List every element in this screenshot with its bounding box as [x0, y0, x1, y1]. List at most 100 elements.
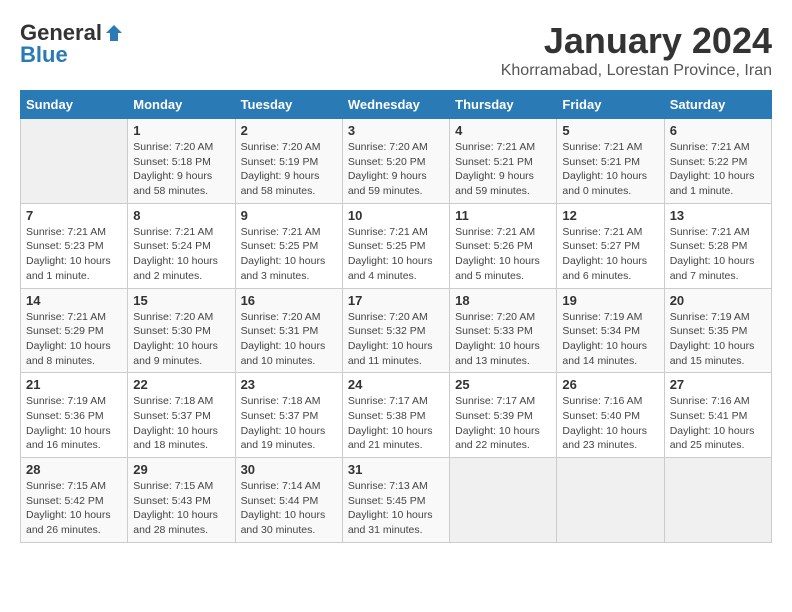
calendar-cell: 30 Sunrise: 7:14 AM Sunset: 5:44 PM Dayli… — [235, 458, 342, 543]
day-number: 5 — [562, 123, 658, 138]
day-info: Sunrise: 7:21 AM Sunset: 5:25 PM Dayligh… — [348, 225, 444, 284]
location: Khorramabad, Lorestan Province, Iran — [501, 62, 772, 80]
day-info: Sunrise: 7:15 AM Sunset: 5:42 PM Dayligh… — [26, 479, 122, 538]
day-info: Sunrise: 7:20 AM Sunset: 5:30 PM Dayligh… — [133, 310, 229, 369]
calendar-cell: 23Sunrise: 7:18 AM Sunset: 5:37 PM Dayli… — [235, 373, 342, 458]
day-number: 31 — [348, 462, 444, 477]
day-info: Sunrise: 7:20 AM Sunset: 5:33 PM Dayligh… — [455, 310, 551, 369]
day-info: Sunrise: 7:21 AM Sunset: 5:27 PM Dayligh… — [562, 225, 658, 284]
calendar-cell: 13 Sunrise: 7:21 AM Sunset: 5:28 PM Dayli… — [664, 203, 771, 288]
day-info: Sunrise: 7:16 AM Sunset: 5:40 PM Dayligh… — [562, 394, 658, 453]
day-info: Sunrise: 7:21 AM Sunset: 5:25 PM Dayligh… — [241, 225, 337, 284]
calendar-cell: 21 Sunrise: 7:19 AM Sunset: 5:36 PM Dayli… — [21, 373, 128, 458]
day-number: 20 — [670, 293, 766, 308]
calendar-cell: 18 Sunrise: 7:20 AM Sunset: 5:33 PM Dayli… — [450, 288, 557, 373]
calendar-cell: 29 Sunrise: 7:15 AM Sunset: 5:43 PM Dayli… — [128, 458, 235, 543]
calendar-cell: 15 Sunrise: 7:20 AM Sunset: 5:30 PM Dayli… — [128, 288, 235, 373]
logo: General Blue — [20, 20, 124, 68]
day-number: 22 — [133, 377, 229, 392]
day-number: 15 — [133, 293, 229, 308]
calendar-cell: 3Sunrise: 7:20 AM Sunset: 5:20 PM Daylig… — [342, 119, 449, 204]
calendar-cell: 6Sunrise: 7:21 AM Sunset: 5:22 PM Daylig… — [664, 119, 771, 204]
day-number: 14 — [26, 293, 122, 308]
logo-icon — [104, 23, 124, 43]
day-number: 3 — [348, 123, 444, 138]
day-info: Sunrise: 7:19 AM Sunset: 5:36 PM Dayligh… — [26, 394, 122, 453]
calendar-cell: 27 Sunrise: 7:16 AM Sunset: 5:41 PM Dayli… — [664, 373, 771, 458]
day-number: 26 — [562, 377, 658, 392]
day-info: Sunrise: 7:13 AM Sunset: 5:45 PM Dayligh… — [348, 479, 444, 538]
day-number: 6 — [670, 123, 766, 138]
day-info: Sunrise: 7:21 AM Sunset: 5:24 PM Dayligh… — [133, 225, 229, 284]
calendar-cell: 14 Sunrise: 7:21 AM Sunset: 5:29 PM Dayli… — [21, 288, 128, 373]
calendar-cell — [664, 458, 771, 543]
calendar-cell: 20 Sunrise: 7:19 AM Sunset: 5:35 PM Dayli… — [664, 288, 771, 373]
month-title: January 2024 — [501, 20, 772, 62]
day-number: 9 — [241, 208, 337, 223]
header-day-sunday: Sunday — [21, 91, 128, 119]
day-info: Sunrise: 7:20 AM Sunset: 5:31 PM Dayligh… — [241, 310, 337, 369]
day-number: 27 — [670, 377, 766, 392]
day-number: 16 — [241, 293, 337, 308]
title-block: January 2024 Khorramabad, Lorestan Provi… — [501, 20, 772, 80]
day-number: 2 — [241, 123, 337, 138]
day-info: Sunrise: 7:15 AM Sunset: 5:43 PM Dayligh… — [133, 479, 229, 538]
day-number: 29 — [133, 462, 229, 477]
calendar-week-2: 7 Sunrise: 7:21 AM Sunset: 5:23 PM Daylig… — [21, 203, 772, 288]
day-number: 21 — [26, 377, 122, 392]
day-info: Sunrise: 7:14 AM Sunset: 5:44 PM Dayligh… — [241, 479, 337, 538]
day-info: Sunrise: 7:18 AM Sunset: 5:37 PM Dayligh… — [133, 394, 229, 453]
day-info: Sunrise: 7:19 AM Sunset: 5:35 PM Dayligh… — [670, 310, 766, 369]
day-info: Sunrise: 7:20 AM Sunset: 5:18 PM Dayligh… — [133, 140, 229, 199]
calendar-cell: 1 Sunrise: 7:20 AM Sunset: 5:18 PM Daylig… — [128, 119, 235, 204]
calendar-week-3: 14 Sunrise: 7:21 AM Sunset: 5:29 PM Dayli… — [21, 288, 772, 373]
page-header: General Blue January 2024 Khorramabad, L… — [20, 20, 772, 80]
header-day-monday: Monday — [128, 91, 235, 119]
day-number: 1 — [133, 123, 229, 138]
calendar-cell: 31 Sunrise: 7:13 AM Sunset: 5:45 PM Dayli… — [342, 458, 449, 543]
calendar-cell: 5 Sunrise: 7:21 AM Sunset: 5:21 PM Daylig… — [557, 119, 664, 204]
calendar-week-5: 28 Sunrise: 7:15 AM Sunset: 5:42 PM Dayli… — [21, 458, 772, 543]
calendar-cell: 22 Sunrise: 7:18 AM Sunset: 5:37 PM Dayli… — [128, 373, 235, 458]
calendar-cell: 7 Sunrise: 7:21 AM Sunset: 5:23 PM Daylig… — [21, 203, 128, 288]
calendar-cell — [557, 458, 664, 543]
header-day-wednesday: Wednesday — [342, 91, 449, 119]
day-number: 7 — [26, 208, 122, 223]
day-info: Sunrise: 7:17 AM Sunset: 5:38 PM Dayligh… — [348, 394, 444, 453]
day-number: 30 — [241, 462, 337, 477]
calendar-cell: 26 Sunrise: 7:16 AM Sunset: 5:40 PM Dayli… — [557, 373, 664, 458]
header-day-thursday: Thursday — [450, 91, 557, 119]
day-info: Sunrise: 7:18 AM Sunset: 5:37 PM Dayligh… — [241, 394, 337, 453]
day-number: 24 — [348, 377, 444, 392]
header-day-friday: Friday — [557, 91, 664, 119]
day-number: 11 — [455, 208, 551, 223]
calendar-week-1: 1 Sunrise: 7:20 AM Sunset: 5:18 PM Daylig… — [21, 119, 772, 204]
day-info: Sunrise: 7:21 AM Sunset: 5:29 PM Dayligh… — [26, 310, 122, 369]
calendar-cell: 8 Sunrise: 7:21 AM Sunset: 5:24 PM Daylig… — [128, 203, 235, 288]
day-number: 12 — [562, 208, 658, 223]
day-number: 28 — [26, 462, 122, 477]
day-number: 18 — [455, 293, 551, 308]
day-number: 17 — [348, 293, 444, 308]
day-info: Sunrise: 7:21 AM Sunset: 5:21 PM Dayligh… — [562, 140, 658, 199]
calendar-cell: 28 Sunrise: 7:15 AM Sunset: 5:42 PM Dayli… — [21, 458, 128, 543]
day-info: Sunrise: 7:21 AM Sunset: 5:23 PM Dayligh… — [26, 225, 122, 284]
day-info: Sunrise: 7:16 AM Sunset: 5:41 PM Dayligh… — [670, 394, 766, 453]
calendar-cell: 2 Sunrise: 7:20 AM Sunset: 5:19 PM Daylig… — [235, 119, 342, 204]
day-number: 25 — [455, 377, 551, 392]
day-number: 13 — [670, 208, 766, 223]
day-number: 4 — [455, 123, 551, 138]
day-number: 10 — [348, 208, 444, 223]
logo-blue: Blue — [20, 42, 68, 68]
calendar-cell: 4Sunrise: 7:21 AM Sunset: 5:21 PM Daylig… — [450, 119, 557, 204]
day-info: Sunrise: 7:21 AM Sunset: 5:28 PM Dayligh… — [670, 225, 766, 284]
header-day-saturday: Saturday — [664, 91, 771, 119]
calendar-cell: 25 Sunrise: 7:17 AM Sunset: 5:39 PM Dayli… — [450, 373, 557, 458]
calendar-cell: 19Sunrise: 7:19 AM Sunset: 5:34 PM Dayli… — [557, 288, 664, 373]
day-info: Sunrise: 7:21 AM Sunset: 5:26 PM Dayligh… — [455, 225, 551, 284]
calendar-cell: 16 Sunrise: 7:20 AM Sunset: 5:31 PM Dayli… — [235, 288, 342, 373]
calendar-cell: 9 Sunrise: 7:21 AM Sunset: 5:25 PM Daylig… — [235, 203, 342, 288]
day-info: Sunrise: 7:20 AM Sunset: 5:19 PM Dayligh… — [241, 140, 337, 199]
day-info: Sunrise: 7:17 AM Sunset: 5:39 PM Dayligh… — [455, 394, 551, 453]
day-number: 8 — [133, 208, 229, 223]
